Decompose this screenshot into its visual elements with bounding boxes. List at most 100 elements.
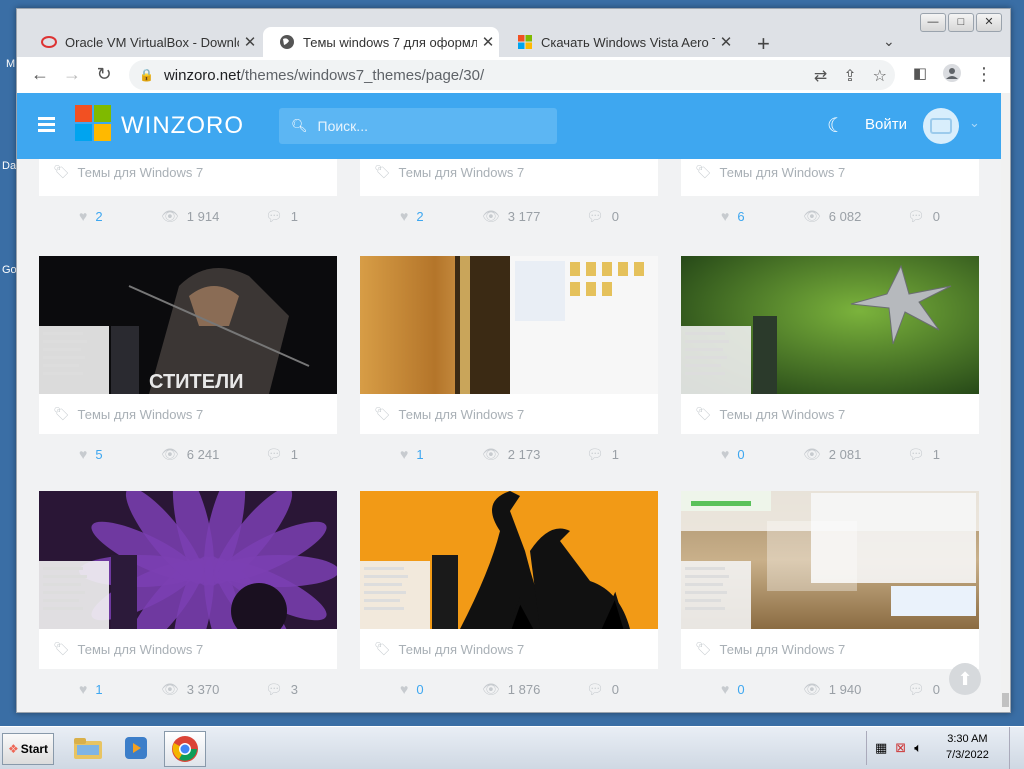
comments-count[interactable]: 💬︎ 0	[586, 208, 619, 225]
winzoro-logo-icon[interactable]	[75, 105, 111, 141]
close-tab-icon[interactable]: ✕	[239, 33, 261, 51]
login-link[interactable]: Войти	[865, 116, 907, 133]
likes-count[interactable]: ♥ 1	[400, 446, 424, 462]
start-label: Start	[20, 742, 49, 756]
card-category[interactable]: 🏷︎ Темы для Windows 7	[39, 394, 337, 434]
comments-icon: 💬︎	[586, 207, 604, 224]
translate-icon[interactable]: ⇄	[814, 66, 827, 86]
views-value: 6 241	[186, 446, 220, 462]
theme-card[interactable]: 🏷︎ Темы для Windows 7	[39, 491, 337, 669]
windows-icon	[517, 34, 533, 50]
new-tab-icon[interactable]: +	[757, 31, 770, 57]
likes-count[interactable]: ♥ 0	[721, 681, 745, 697]
theme-card-partial[interactable]: 🏷︎ Темы для Windows 7	[360, 159, 658, 196]
category-label: Темы для Windows 7	[719, 406, 846, 422]
likes-value: 1	[416, 446, 424, 462]
heart-icon: ♥	[79, 681, 88, 697]
likes-count[interactable]: ♥ 5	[79, 446, 103, 462]
browser-toolbar: ← → ↻ 🔒 winzoro.net/themes/windows7_them…	[17, 57, 1010, 93]
category-label: Темы для Windows 7	[77, 164, 204, 180]
comments-count[interactable]: 💬︎ 1	[265, 446, 298, 463]
tab-vista-aero[interactable]: Скачать Windows Vista Aero Te ✕	[501, 27, 737, 57]
card-stats: ♥ 6 👁︎ 6 082 💬︎ 0	[681, 196, 979, 236]
action-center-icon[interactable]: ▦	[875, 740, 887, 756]
back-arrow-icon[interactable]: ←	[29, 64, 51, 85]
theme-thumbnail[interactable]	[360, 491, 658, 629]
likes-count[interactable]: ♥ 2	[79, 208, 103, 224]
card-category[interactable]: 🏷︎ Темы для Windows 7	[681, 629, 979, 669]
page-scrollbar[interactable]	[1001, 93, 1010, 712]
media-player-taskbar-icon[interactable]	[116, 731, 156, 765]
bookmark-star-icon[interactable]: ☆	[873, 66, 887, 86]
reload-icon[interactable]: ↻	[93, 64, 115, 85]
dark-mode-moon-icon[interactable]: ☾	[827, 113, 845, 138]
comments-count[interactable]: 💬︎ 1	[907, 446, 940, 463]
profile-icon[interactable]	[941, 64, 963, 87]
card-category[interactable]: 🏷︎ Темы для Windows 7	[360, 159, 658, 185]
avatar[interactable]	[923, 108, 959, 144]
forward-arrow-icon[interactable]: →	[61, 64, 83, 85]
comments-value: 1	[932, 446, 941, 462]
likes-value: 0	[416, 681, 424, 697]
hamburger-menu-icon[interactable]	[38, 117, 55, 135]
site-brand[interactable]: WINZORO	[121, 112, 244, 140]
comments-icon: 💬︎	[586, 445, 604, 462]
theme-card-partial[interactable]: 🏷︎ Темы для Windows 7	[681, 159, 979, 196]
comments-count[interactable]: 💬︎ 1	[586, 446, 619, 463]
side-panel-icon[interactable]: ◧	[909, 64, 931, 82]
theme-thumbnail[interactable]	[360, 256, 658, 394]
theme-card[interactable]: СТИТЕЛИ 🏷︎ Темы для Windows 7	[39, 256, 337, 434]
chevron-down-icon[interactable]: ⌄	[969, 115, 980, 131]
likes-count[interactable]: ♥ 0	[721, 446, 745, 462]
volume-icon[interactable]: 🔈︎	[914, 740, 922, 756]
comments-count[interactable]: 💬︎ 3	[265, 681, 298, 698]
close-tab-icon[interactable]: ✕	[477, 33, 499, 51]
start-button[interactable]: ❖ Start	[2, 733, 54, 765]
close-tab-icon[interactable]: ✕	[715, 33, 737, 51]
show-desktop-button[interactable]	[1009, 727, 1024, 769]
theme-card[interactable]: 🏷︎ Темы для Windows 7	[360, 491, 658, 669]
card-category[interactable]: 🏷︎ Темы для Windows 7	[360, 629, 658, 669]
network-icon[interactable]: ⊠	[895, 740, 906, 756]
comments-count[interactable]: 💬︎ 0	[907, 681, 940, 698]
theme-thumbnail[interactable]	[681, 491, 979, 629]
address-bar[interactable]: 🔒 winzoro.net/themes/windows7_themes/pag…	[129, 60, 895, 90]
card-category[interactable]: 🏷︎ Темы для Windows 7	[681, 159, 979, 185]
theme-card[interactable]: 🏷︎ Темы для Windows 7	[681, 256, 979, 434]
theme-thumbnail[interactable]	[39, 491, 337, 629]
theme-card[interactable]: 🏷︎ Темы для Windows 7	[360, 256, 658, 434]
explorer-taskbar-icon[interactable]	[68, 731, 108, 765]
card-stats: ♥ 1 👁︎ 2 173 💬︎ 1	[360, 434, 658, 474]
tab-winzoro[interactable]: Темы windows 7 для оформлени ✕	[263, 27, 499, 57]
site-search[interactable]: 🔍︎	[279, 108, 557, 144]
likes-value: 0	[737, 681, 745, 697]
card-category[interactable]: 🏷︎ Темы для Windows 7	[360, 394, 658, 434]
views-count: 👁︎ 3 370	[161, 681, 219, 698]
menu-dots-icon[interactable]: ⋮	[973, 64, 995, 85]
card-category[interactable]: 🏷︎ Темы для Windows 7	[681, 394, 979, 434]
comments-count[interactable]: 💬︎ 1	[265, 208, 298, 225]
comments-count[interactable]: 💬︎ 0	[907, 208, 940, 225]
likes-count[interactable]: ♥ 2	[400, 208, 424, 224]
share-icon[interactable]: ⇪	[843, 66, 856, 86]
theme-card[interactable]: 🏷︎ Темы для Windows 7	[681, 491, 979, 669]
likes-count[interactable]: ♥ 1	[79, 681, 103, 697]
card-category[interactable]: 🏷︎ Темы для Windows 7	[39, 159, 337, 185]
eye-icon: 👁︎	[803, 680, 821, 697]
tab-strip: Oracle VM VirtualBox - Download ✕ Темы w…	[17, 23, 1010, 57]
likes-count[interactable]: ♥ 0	[400, 681, 424, 697]
clock[interactable]: 3:30 AM 7/3/2022	[946, 731, 989, 763]
tab-virtualbox[interactable]: Oracle VM VirtualBox - Download ✕	[25, 27, 261, 57]
search-input[interactable]	[315, 117, 540, 135]
card-category[interactable]: 🏷︎ Темы для Windows 7	[39, 629, 337, 669]
likes-count[interactable]: ♥ 6	[721, 208, 745, 224]
likes-value: 0	[737, 446, 745, 462]
theme-thumbnail[interactable]: СТИТЕЛИ	[39, 256, 337, 394]
chrome-taskbar-icon[interactable]	[164, 731, 206, 767]
theme-thumbnail[interactable]	[681, 256, 979, 394]
tab-search-chevron-icon[interactable]: ⌄	[883, 33, 895, 50]
tag-icon: 🏷︎	[695, 164, 712, 179]
comments-count[interactable]: 💬︎ 0	[586, 681, 619, 698]
theme-card-partial[interactable]: 🏷︎ Темы для Windows 7	[39, 159, 337, 196]
scroll-to-top-button[interactable]: ⬆	[949, 663, 981, 695]
